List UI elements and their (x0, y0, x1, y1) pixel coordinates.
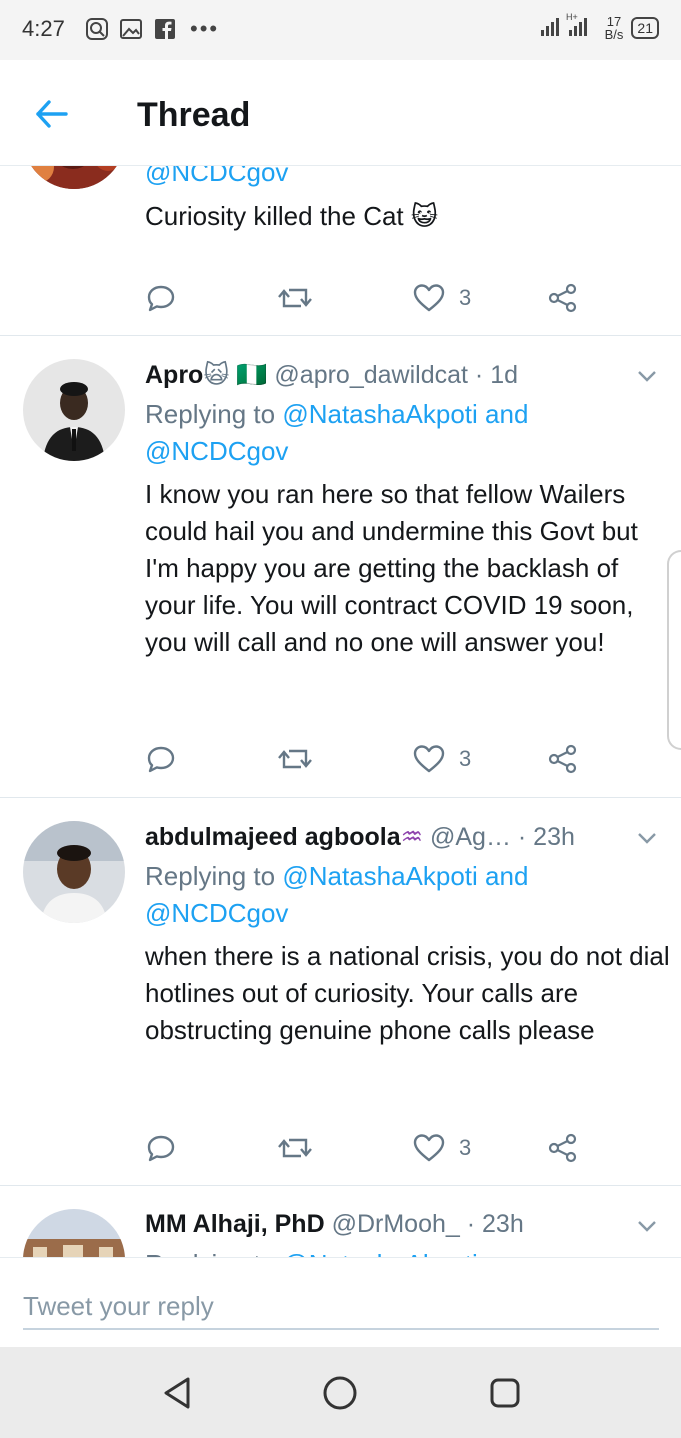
share-icon (548, 283, 577, 313)
retweet-icon (278, 288, 312, 308)
heart-icon (413, 745, 445, 773)
app-header: Thread (0, 60, 681, 166)
tweet-time: · 23h (517, 823, 575, 851)
back-button[interactable] (30, 92, 74, 136)
reply-button[interactable] (145, 739, 177, 779)
heart-icon (413, 284, 445, 312)
replying-to: Replying to @NatashaAkpoti and @NCDCgov (145, 858, 645, 932)
chevron-down-icon[interactable] (635, 1214, 659, 1238)
network-speed: 17 B/s (605, 15, 624, 41)
scroll-handle[interactable] (667, 550, 681, 750)
tweet-actions: 3 (145, 739, 585, 779)
avatar[interactable] (23, 1209, 125, 1257)
more-notifications-dots: ••• (190, 16, 220, 41)
nav-back-button[interactable] (155, 1371, 199, 1415)
battery-indicator: 21 (631, 16, 659, 39)
author-handle[interactable]: @DrMooh_ (332, 1210, 460, 1238)
system-status: H+ 17 B/s 21 (539, 12, 659, 43)
share-icon (548, 744, 577, 774)
tweet[interactable]: Apro🙀 🇳🇬 @apro_dawildcat · 1d Replying t… (0, 336, 681, 798)
retweet-button[interactable] (277, 1128, 313, 1168)
reply-icon (147, 1135, 175, 1162)
status-time: 4:27 (22, 16, 65, 41)
status-bar: 4:27 ••• H+ 17 B/s 21 (0, 0, 681, 60)
retweet-button[interactable] (277, 739, 313, 779)
tweet-text: I know you ran here so that fellow Waile… (145, 479, 638, 657)
retweet-icon (278, 749, 312, 769)
share-button[interactable] (547, 1128, 579, 1168)
heart-icon (413, 1134, 445, 1162)
triangle-back-icon (164, 1377, 190, 1409)
author-name[interactable]: abdulmajeed agboola (145, 823, 401, 851)
reply-button[interactable] (145, 1128, 177, 1168)
author-name[interactable]: MM Alhaji, PhD (145, 1210, 325, 1238)
svg-text:H+: H+ (566, 12, 578, 22)
notification-icons: ••• (84, 16, 219, 42)
back-arrow-icon (36, 100, 68, 128)
tweet[interactable]: abdulmajeed agboola♒ @Ag… · 23h Replying… (0, 798, 681, 1186)
author-handle[interactable]: @apro_dawildcat (274, 361, 468, 389)
tweet-text: Curiosity killed the Cat 😺 (145, 201, 438, 231)
gallery-notification-icon (118, 16, 144, 42)
nav-recents-button[interactable] (483, 1371, 527, 1415)
tweet-text: when there is a national crisis, you do … (145, 941, 670, 1045)
retweet-button[interactable] (277, 278, 313, 318)
reply-icon (147, 746, 175, 773)
like-count: 3 (459, 285, 472, 310)
tweet[interactable]: MM Alhaji, PhD @DrMooh_ · 23h Replying t… (0, 1186, 681, 1257)
search-notification-icon (84, 16, 110, 42)
facebook-notification-icon (152, 16, 178, 42)
author-emojis: ♒ (400, 823, 424, 851)
replying-to: Replying to @NatashaAkpoti (145, 1246, 645, 1257)
tweet-actions: 3 (145, 1128, 585, 1168)
signal-icon: H+ (539, 12, 597, 43)
page-title: Thread (137, 96, 251, 134)
tweet-header: abdulmajeed agboola♒ @Ag… · 23h (145, 822, 575, 852)
replying-to-link-2[interactable]: @NCDCgov (145, 436, 288, 466)
share-icon (548, 1133, 577, 1163)
nav-home-button[interactable] (318, 1371, 362, 1415)
author-emojis: 🙀 🇳🇬 (203, 361, 268, 389)
replying-to-prefix: Replying to (145, 1249, 275, 1257)
replying-to: Replying to @NatashaAkpoti and @NCDCgov (145, 396, 645, 470)
replying-to-link[interactable]: @NatashaAkpoti and (282, 399, 528, 429)
like-count: 3 (459, 1135, 472, 1160)
chevron-down-icon[interactable] (635, 826, 659, 850)
tweet-header: MM Alhaji, PhD @DrMooh_ · 23h (145, 1210, 524, 1239)
chevron-down-icon[interactable] (635, 364, 659, 388)
tweet-header: Apro🙀 🇳🇬 @apro_dawildcat · 1d (145, 360, 518, 390)
network-speed-value: 17 (606, 13, 622, 29)
retweet-icon (278, 1138, 312, 1158)
avatar[interactable] (23, 359, 125, 461)
like-button[interactable]: 3 (413, 739, 471, 779)
square-recents-icon (490, 1378, 520, 1408)
replying-to-prefix: Replying to (145, 861, 276, 891)
system-navigation-bar (0, 1347, 681, 1438)
reply-button[interactable] (145, 278, 177, 318)
replying-to-link[interactable]: @NatashaAkpoti (282, 1249, 478, 1257)
replying-to-link[interactable]: @NatashaAkpoti and (282, 861, 528, 891)
replying-to-link-2[interactable]: @NCDCgov (145, 898, 288, 928)
thread-feed[interactable]: @NCDCgov Curiosity killed the Cat 😺 3 Ap… (0, 60, 681, 1257)
like-count: 3 (459, 746, 472, 771)
tweet-actions: 3 (145, 278, 585, 318)
tweet-reply-input[interactable] (23, 1284, 659, 1330)
tweet-time: · 23h (466, 1210, 524, 1238)
network-speed-unit: B/s (604, 26, 624, 42)
share-button[interactable] (547, 278, 579, 318)
reply-icon (147, 285, 175, 312)
reply-bar (0, 1257, 681, 1347)
share-button[interactable] (547, 739, 579, 779)
replying-to-prefix: Replying to (145, 399, 276, 429)
like-button[interactable]: 3 (413, 1128, 471, 1168)
author-name[interactable]: Apro (145, 361, 203, 389)
circle-home-icon (323, 1376, 357, 1410)
tweet-time: · 1d (474, 361, 519, 389)
avatar[interactable] (23, 821, 125, 923)
like-button[interactable]: 3 (413, 278, 471, 318)
author-handle[interactable]: @Ag… (430, 823, 511, 851)
